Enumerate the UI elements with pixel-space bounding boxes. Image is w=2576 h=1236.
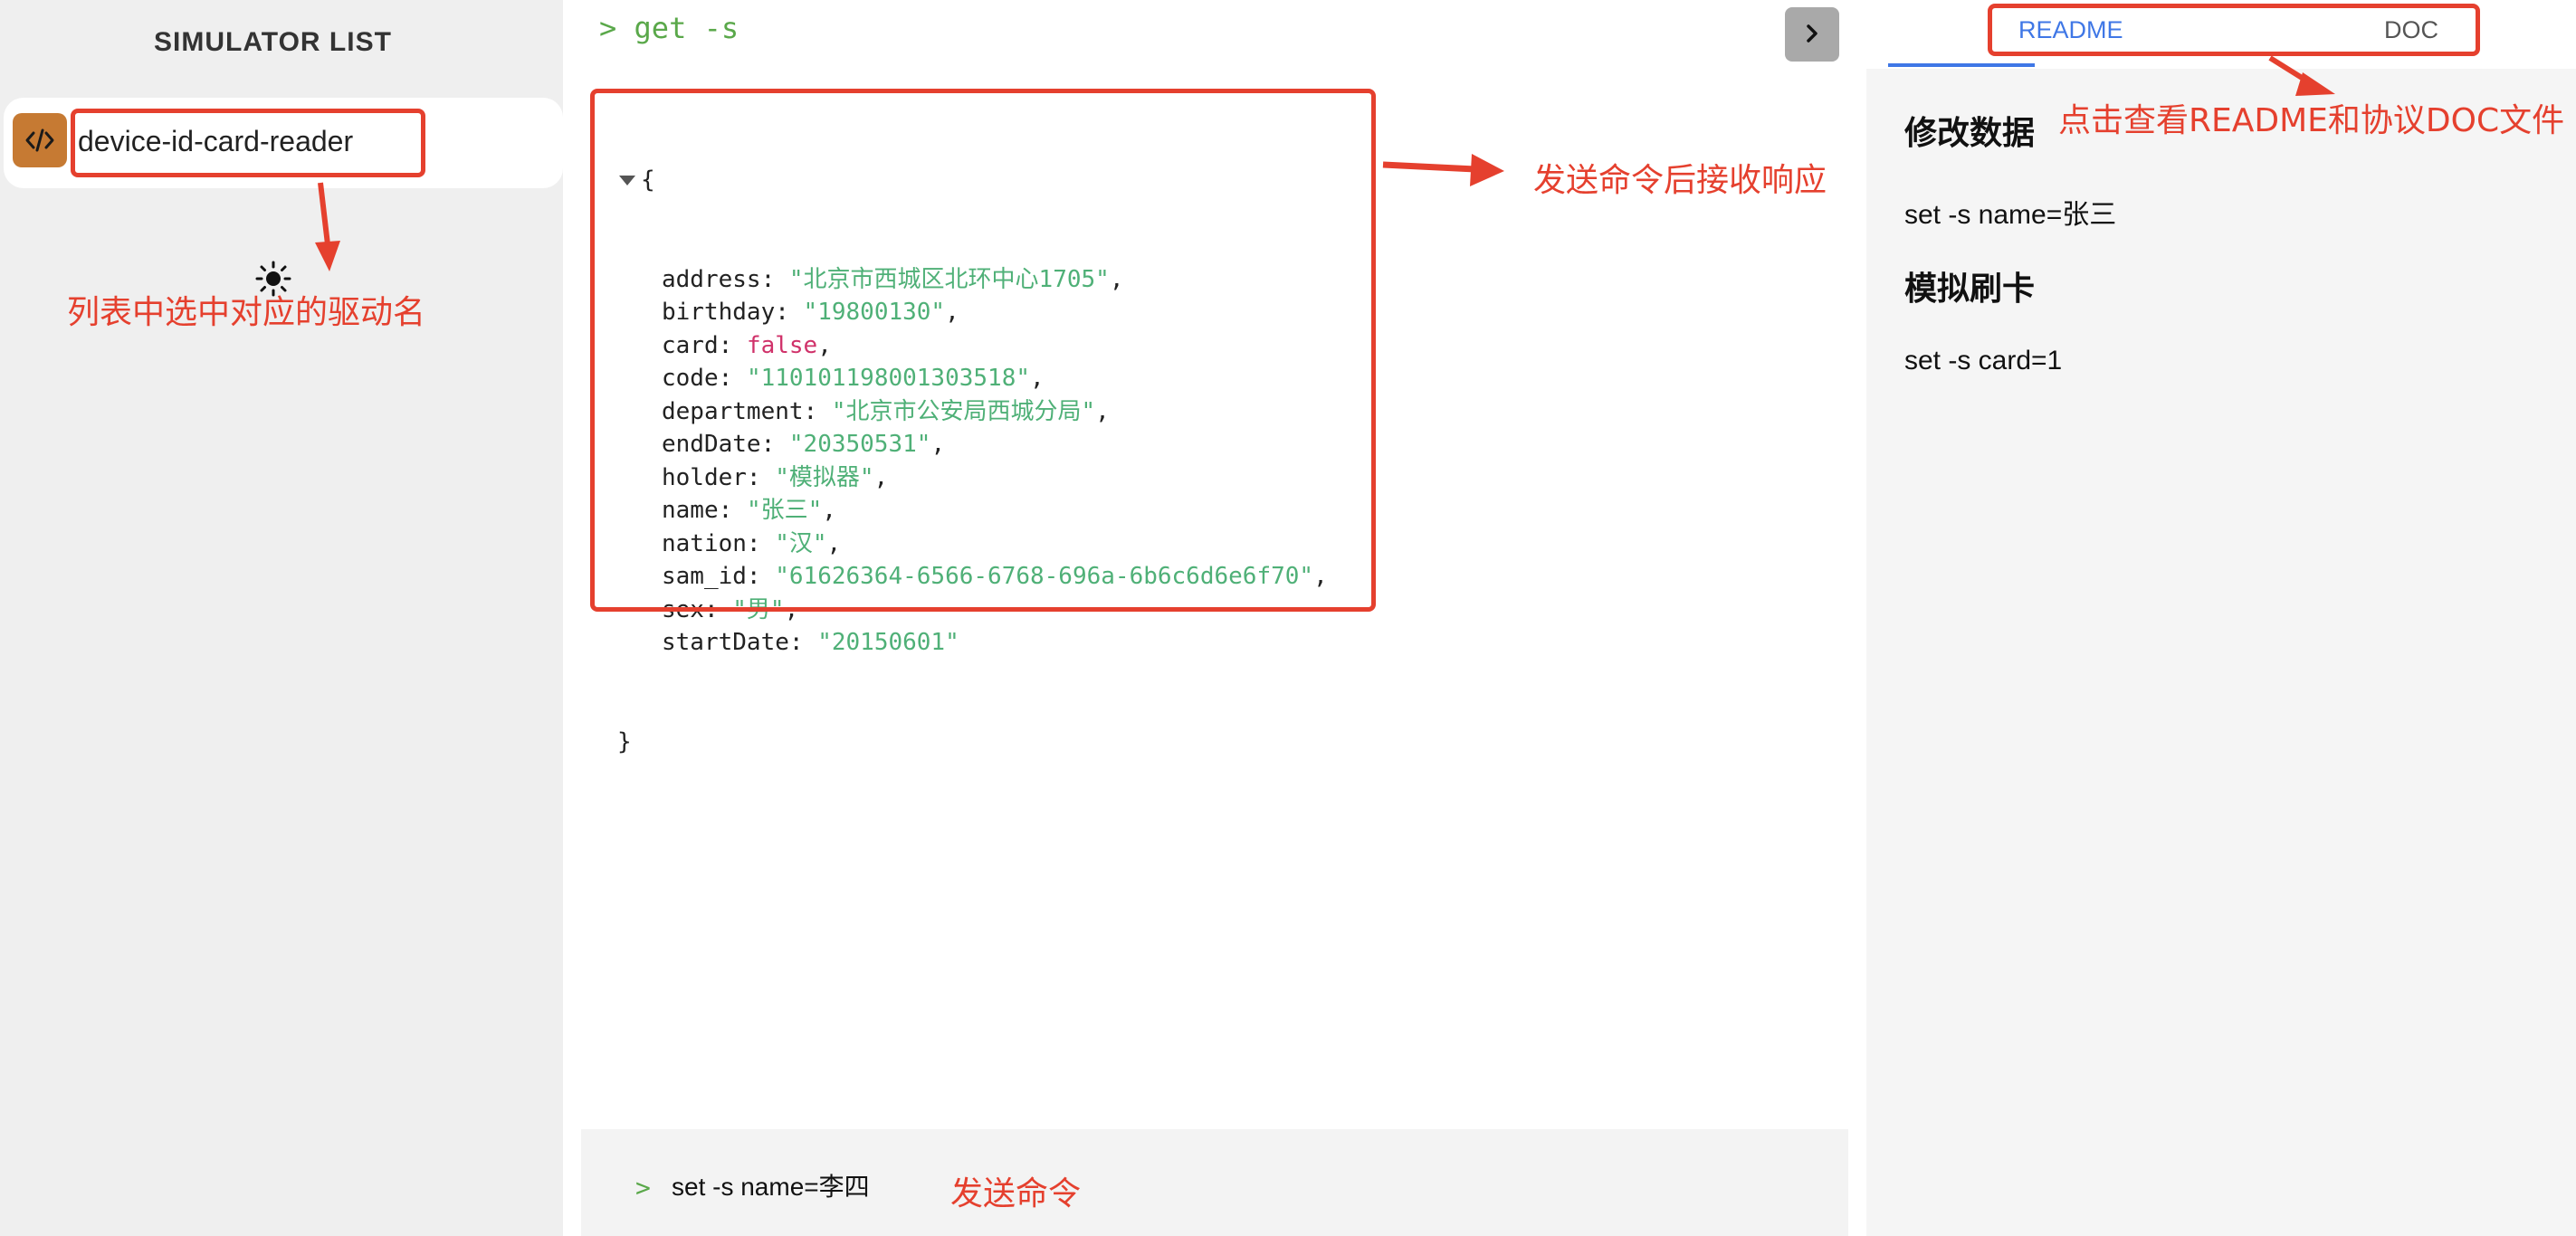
json-key: startDate (662, 629, 789, 656)
code-icon (13, 113, 67, 167)
json-comma: , (822, 497, 836, 524)
json-colon: : (760, 265, 789, 293)
json-field-endDate: endDate: "20350531", (617, 428, 1328, 461)
json-comma: , (817, 331, 832, 359)
json-field-code: code: "110101198001303518", (617, 362, 1328, 395)
json-comma: , (826, 529, 842, 557)
json-value: "19800130" (803, 299, 946, 326)
json-colon: : (788, 629, 818, 656)
docs-panel: README DOC 修改数据 set -s name=张三 模拟刷卡 set … (1866, 0, 2576, 1236)
json-comma: , (1095, 397, 1110, 425)
json-open-line[interactable]: { (617, 164, 1328, 197)
json-key: sex (662, 595, 704, 623)
json-field-startDate: startDate: "20150601" (617, 626, 1328, 660)
json-close-brace: } (617, 727, 632, 756)
json-field-nation: nation: "汉", (617, 528, 1328, 561)
annotation-selected-driver: 列表中选中对应的驱动名 (67, 294, 426, 331)
json-response-viewer: { address: "北京市西城区北环中心1705", birthday: "1… (617, 98, 1328, 824)
json-comma: , (1313, 563, 1328, 590)
json-value: "男" (732, 595, 785, 623)
json-value: "20150601" (817, 629, 959, 656)
json-value: "20350531" (788, 431, 931, 458)
json-colon: : (746, 563, 776, 590)
json-value: false (746, 331, 818, 359)
json-colon: : (746, 529, 776, 557)
json-field-address: address: "北京市西城区北环中心1705", (617, 263, 1328, 297)
json-colon: : (718, 497, 747, 524)
json-field-holder: holder: "模拟器", (617, 461, 1328, 495)
command-input-bar: > (581, 1129, 1848, 1236)
json-key: nation (662, 529, 747, 557)
sidebar-title: SIMULATOR LIST (154, 27, 392, 57)
json-comma: , (945, 299, 959, 326)
json-field-sex: sex: "男", (617, 594, 1328, 627)
json-field-department: department: "北京市公安局西城分局", (617, 395, 1328, 429)
json-colon: : (703, 595, 733, 623)
command-echo: > get -s (599, 11, 739, 45)
json-value: "汉" (775, 529, 827, 557)
docs-tabs: README DOC (1866, 0, 2576, 69)
annotation-response: 发送命令后接收响应 (1533, 162, 1827, 199)
annotation-send: 发送命令 (950, 1175, 1082, 1212)
json-key: name (662, 497, 719, 524)
tab-readme[interactable]: README (2018, 16, 2123, 44)
json-value: "110101198001303518" (746, 365, 1031, 392)
collapse-caret-icon[interactable] (619, 175, 635, 185)
simulator-sidebar: SIMULATOR LIST device-id-card-reader (0, 0, 563, 1236)
json-fields: address: "北京市西城区北环中心1705", birthday: "198… (617, 263, 1328, 660)
doc-heading-swipe: 模拟刷卡 (1904, 270, 2036, 307)
echo-prompt: > (599, 11, 617, 45)
json-value: "北京市公安局西城分局" (831, 397, 1096, 425)
json-key: code (662, 365, 719, 392)
json-comma: , (1109, 265, 1124, 293)
json-value: "北京市西城区北环中心1705" (788, 265, 1110, 293)
json-comma: , (930, 431, 946, 458)
json-colon: : (775, 299, 804, 326)
json-close-line: } (617, 726, 1328, 759)
tab-doc[interactable]: DOC (2384, 16, 2438, 44)
input-prompt: > (635, 1173, 651, 1203)
json-key: department (662, 397, 804, 425)
json-colon: : (718, 365, 747, 392)
json-key: endDate (662, 431, 761, 458)
json-key: address (662, 265, 761, 293)
json-value: "61626364-6566-6768-696a-6b6c6d6e6f70" (775, 563, 1314, 590)
json-comma: , (873, 463, 889, 491)
json-open-brace: { (641, 166, 655, 194)
json-comma: , (1030, 365, 1045, 392)
json-comma: , (784, 595, 799, 623)
json-key: sam_id (662, 563, 747, 590)
annotation-tabs: 点击查看README和协议DOC文件 (2058, 102, 2565, 139)
json-key: card (662, 331, 719, 359)
json-colon: : (718, 331, 747, 359)
doc-paragraph-modify: set -s name=张三 (1904, 200, 2117, 230)
json-key: holder (662, 463, 747, 491)
chevron-right-icon (1802, 24, 1822, 46)
run-button[interactable] (1785, 7, 1839, 62)
json-value: "张三" (746, 497, 823, 524)
simulator-item-label: device-id-card-reader (78, 125, 354, 157)
doc-paragraph-swipe: set -s card=1 (1904, 346, 2063, 376)
echo-command: get -s (634, 11, 739, 45)
json-field-card: card: false, (617, 329, 1328, 363)
json-field-name: name: "张三", (617, 494, 1328, 528)
active-tab-indicator (1888, 63, 2035, 67)
json-colon: : (760, 431, 789, 458)
doc-heading-modify: 修改数据 (1904, 114, 2036, 151)
json-field-birthday: birthday: "19800130", (617, 296, 1328, 329)
json-colon: : (803, 397, 832, 425)
simulator-item-device-id-card-reader[interactable]: device-id-card-reader (4, 98, 563, 188)
json-colon: : (746, 463, 776, 491)
json-key: birthday (662, 299, 776, 326)
json-field-sam_id: sam_id: "61626364-6566-6768-696a-6b6c6d6… (617, 560, 1328, 594)
json-value: "模拟器" (775, 463, 874, 491)
